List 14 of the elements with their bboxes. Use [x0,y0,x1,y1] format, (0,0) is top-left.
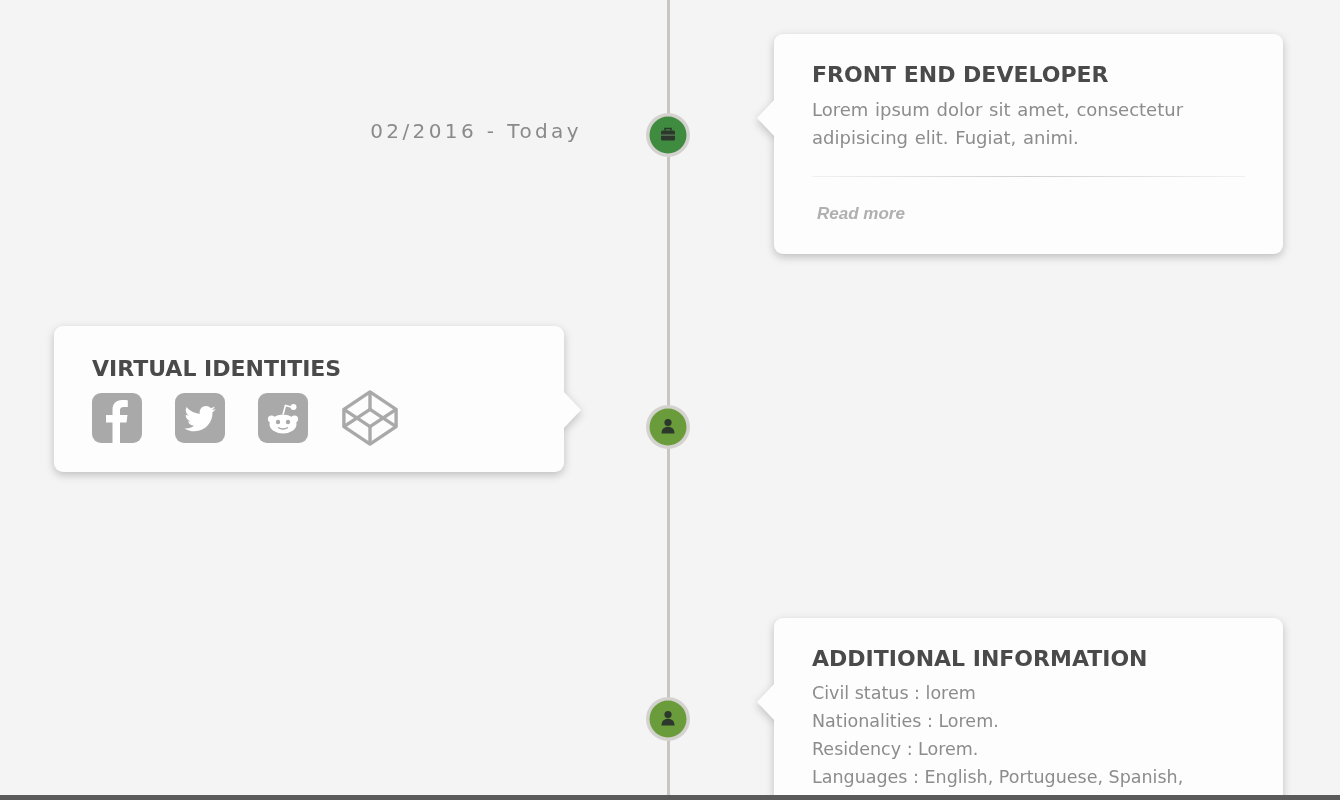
info-line: Nationalities : Lorem. [812,710,1000,733]
card-title: VIRTUAL IDENTITIES [92,356,343,382]
card-description: Lorem ipsum dolor sit amet, consectetur adipisicing elit. Fugiat, animi. [812,98,1185,150]
bird-icon[interactable] [175,393,225,443]
read-more-link[interactable]: Read more [817,204,905,224]
info-line: Civil status : lorem [812,682,977,705]
cube-outline-icon[interactable] [341,389,399,447]
card-title: FRONT END DEVELOPER [812,62,1110,88]
date-label: 02/2016 - Today [370,119,582,143]
card-title: ADDITIONAL INFORMATION [812,646,1149,672]
info-line: Languages : English, Portuguese, Spanish, [812,766,1185,789]
info-line: Residency : Lorem. [812,738,980,761]
alien-face-icon[interactable] [258,393,308,443]
letter-f-icon[interactable] [92,393,142,443]
